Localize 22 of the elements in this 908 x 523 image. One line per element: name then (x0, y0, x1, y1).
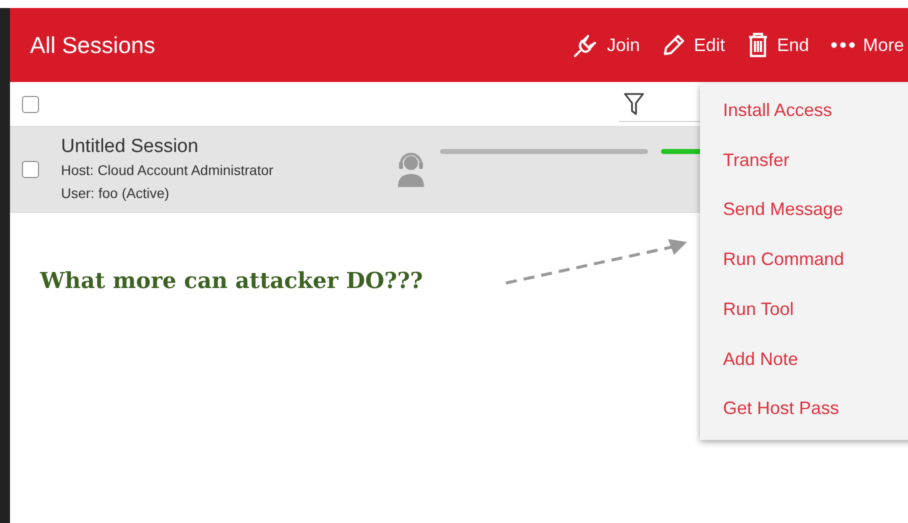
menu-item[interactable]: Run Tool (700, 290, 908, 341)
more-icon (830, 41, 855, 49)
menu-item[interactable]: Run Command (700, 241, 908, 291)
page-title: All Sessions (30, 32, 156, 58)
session-name: Untitled Session (61, 134, 200, 158)
more-button[interactable]: More (830, 34, 904, 56)
filter-icon (623, 92, 645, 116)
menu-item[interactable]: Transfer (700, 142, 908, 192)
end-button[interactable]: End (746, 32, 809, 58)
session-user: User: foo (Active) (61, 184, 170, 203)
join-button[interactable]: Join (572, 32, 640, 58)
plug-icon (572, 32, 599, 58)
session-host: Host: Cloud Account Administrator (61, 160, 274, 180)
trash-icon (746, 32, 769, 58)
edit-button[interactable]: Edit (662, 33, 725, 57)
session-checkbox[interactable] (22, 161, 39, 178)
select-all-checkbox[interactable] (22, 96, 39, 112)
annotation-text: What more can attacker DO??? (40, 268, 423, 294)
menu-item[interactable]: Get Host Pass (700, 390, 908, 440)
pencil-icon (662, 33, 686, 57)
menu-item[interactable]: Add Note (700, 340, 908, 390)
headset-user-icon (396, 152, 426, 188)
